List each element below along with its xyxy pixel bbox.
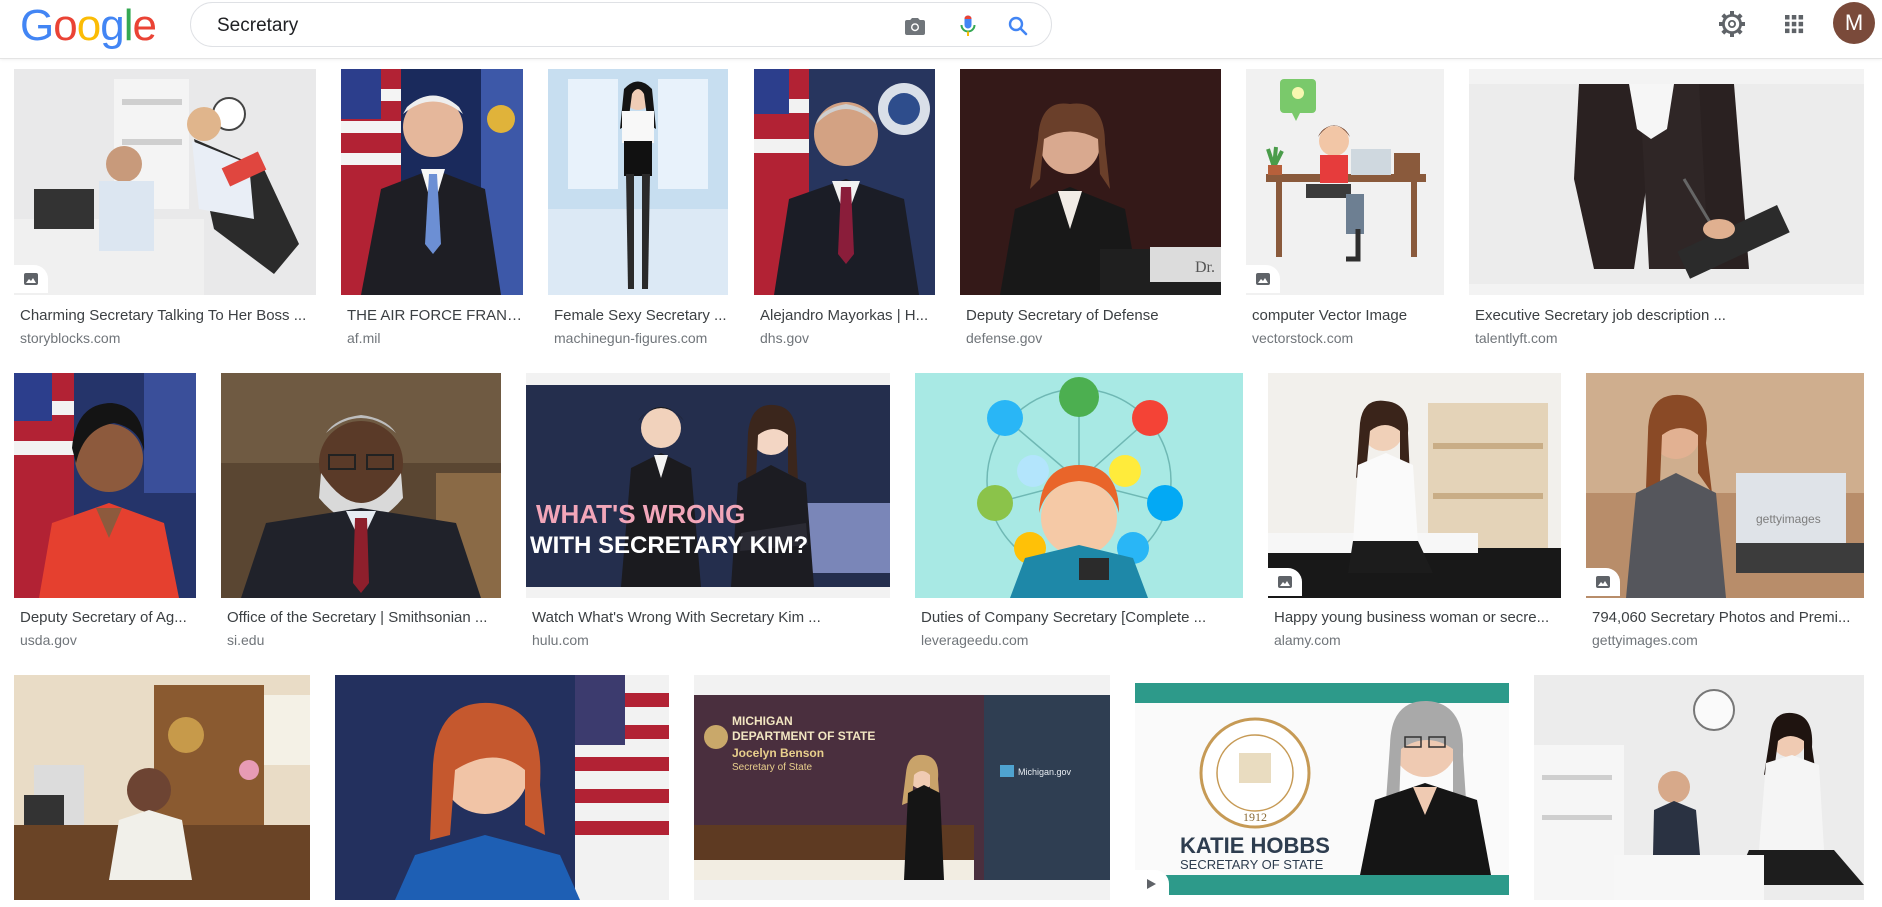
sign-line4: Secretary of State <box>732 762 812 773</box>
result-thumbnail[interactable] <box>1534 675 1864 900</box>
result-thumbnail[interactable]: gettyimages <box>1586 373 1864 598</box>
image-type-badge <box>1586 568 1620 596</box>
gear-icon[interactable] <box>1716 8 1748 40</box>
image-result[interactable]: Dr. Deputy Secretary of Defense defense.… <box>960 69 1221 349</box>
image-type-badge <box>1246 265 1280 293</box>
play-icon <box>1147 879 1156 889</box>
image-result[interactable]: MICHIGAN DEPARTMENT OF STATE Jocelyn Benso… <box>694 675 1110 907</box>
top-bar: Google M <box>0 0 1882 59</box>
result-title: Charming Secretary Talking To Her Boss .… <box>20 307 307 324</box>
result-thumbnail[interactable]: MICHIGAN DEPARTMENT OF STATE Jocelyn Benso… <box>694 675 1110 900</box>
image-result[interactable]: Deputy Secretary of Ag... usda.gov <box>14 373 196 653</box>
result-source[interactable]: si.edu <box>227 632 501 648</box>
result-thumbnail[interactable] <box>14 69 316 295</box>
sign-line2: DEPARTMENT OF STATE <box>732 729 875 743</box>
poster-title-line1: WHAT'S WRONG <box>536 499 745 529</box>
result-title: Executive Secretary job description ... <box>1475 307 1726 324</box>
result-title: Deputy Secretary of Ag... <box>20 609 187 626</box>
result-thumbnail[interactable] <box>1246 69 1444 295</box>
result-title: Office of the Secretary | Smithsonian ..… <box>227 609 488 626</box>
sign-line1: MICHIGAN <box>732 714 793 728</box>
result-title: Deputy Secretary of Defense <box>966 307 1159 324</box>
result-source[interactable]: af.mil <box>347 330 523 346</box>
seal-year: 1912 <box>1243 810 1267 824</box>
image-result[interactable]: THE AIR FORCE FRANK... af.mil <box>341 69 523 349</box>
result-source[interactable]: machinegun-figures.com <box>554 330 728 346</box>
result-source[interactable]: alamy.com <box>1274 632 1561 648</box>
image-icon <box>1278 576 1292 588</box>
image-result[interactable] <box>1534 675 1864 907</box>
result-source[interactable]: usda.gov <box>20 632 196 648</box>
image-result[interactable]: computer Vector Image vectorstock.com <box>1246 69 1444 349</box>
watermark-text: gettyimages <box>1756 512 1821 526</box>
result-source[interactable]: talentlyft.com <box>1475 330 1864 346</box>
result-thumbnail[interactable] <box>915 373 1243 598</box>
poster-title-line2: WITH SECRETARY KIM? <box>530 532 808 559</box>
result-title: Watch What's Wrong With Secretary Kim ..… <box>532 609 821 626</box>
role-line: SECRETARY OF STATE <box>1180 857 1324 872</box>
result-thumbnail[interactable] <box>754 69 935 295</box>
image-result[interactable]: Charming Secretary Talking To Her Boss .… <box>14 69 316 349</box>
result-source[interactable]: vectorstock.com <box>1252 330 1444 346</box>
search-input[interactable] <box>215 12 869 40</box>
result-thumbnail[interactable] <box>335 675 669 900</box>
result-source[interactable]: gettyimages.com <box>1592 632 1864 648</box>
image-result[interactable]: gettyimages 794,060 Secretary Photos and… <box>1586 373 1864 653</box>
result-thumbnail[interactable] <box>1268 373 1561 598</box>
result-thumbnail[interactable] <box>341 69 523 295</box>
result-title: Happy young business woman or secre... <box>1274 609 1550 626</box>
search-box <box>190 2 1052 47</box>
result-thumbnail[interactable] <box>1469 69 1864 295</box>
image-type-badge <box>1268 568 1302 596</box>
result-thumbnail[interactable] <box>221 373 501 598</box>
image-result[interactable]: 1912 KATIE HOBBS SECRETARY OF STATE <box>1135 675 1509 907</box>
result-source[interactable]: hulu.com <box>532 632 890 648</box>
mic-icon[interactable] <box>956 14 980 38</box>
image-result[interactable]: Office of the Secretary | Smithsonian ..… <box>221 373 501 653</box>
result-thumbnail[interactable]: 1912 KATIE HOBBS SECRETARY OF STATE <box>1135 675 1509 900</box>
result-source[interactable]: leverageedu.com <box>921 632 1243 648</box>
image-type-badge <box>14 265 48 293</box>
result-source[interactable]: storyblocks.com <box>20 330 316 346</box>
image-result[interactable]: Duties of Company Secretary [Complete ..… <box>915 373 1243 653</box>
image-icon <box>1256 273 1270 285</box>
image-result[interactable] <box>14 675 310 907</box>
logo-letter-e: e <box>132 1 157 50</box>
result-title: Duties of Company Secretary [Complete ..… <box>921 609 1207 626</box>
result-title: Alejandro Mayorkas | H... <box>760 307 929 324</box>
result-title: Female Sexy Secretary ... <box>554 307 727 324</box>
image-result[interactable]: Female Sexy Secretary ... machinegun-fig… <box>548 69 728 349</box>
result-thumbnail[interactable]: WHAT'S WRONG WITH SECRETARY KIM? <box>526 373 890 598</box>
result-title: computer Vector Image <box>1252 307 1408 324</box>
google-logo[interactable]: Google <box>20 1 157 50</box>
logo-letter-g2: g <box>100 1 125 50</box>
sign-line3: Jocelyn Benson <box>732 746 824 760</box>
nameplate-text: Dr. <box>1195 259 1215 276</box>
result-thumbnail[interactable] <box>548 69 728 295</box>
search-icon[interactable] <box>1006 14 1030 38</box>
apps-grid-icon[interactable] <box>1778 8 1810 40</box>
result-thumbnail[interactable] <box>14 373 196 598</box>
sign-logo: Michigan.gov <box>1018 767 1072 777</box>
image-result[interactable]: Happy young business woman or secre... a… <box>1268 373 1561 653</box>
avatar[interactable]: M <box>1833 2 1875 44</box>
video-type-badge <box>1135 870 1169 898</box>
logo-letter-g: G <box>20 1 54 50</box>
image-result[interactable]: WHAT'S WRONG WITH SECRETARY KIM? Watch Wh… <box>526 373 890 653</box>
image-icon <box>24 273 38 285</box>
image-result[interactable]: Alejandro Mayorkas | H... dhs.gov <box>754 69 935 349</box>
image-result[interactable] <box>335 675 669 907</box>
camera-icon[interactable] <box>903 14 927 38</box>
result-source[interactable]: defense.gov <box>966 330 1221 346</box>
image-icon <box>1596 576 1610 588</box>
result-thumbnail[interactable]: Dr. <box>960 69 1221 295</box>
result-thumbnail[interactable] <box>14 675 310 900</box>
result-title: 794,060 Secretary Photos and Premi... <box>1592 609 1851 626</box>
result-source[interactable]: dhs.gov <box>760 330 935 346</box>
logo-letter-o2: o <box>76 1 102 50</box>
result-title: THE AIR FORCE FRANK... <box>347 307 523 324</box>
image-result[interactable]: Executive Secretary job description ... … <box>1469 69 1864 349</box>
name-line: KATIE HOBBS <box>1180 833 1330 858</box>
logo-letter-o1: o <box>53 1 78 50</box>
